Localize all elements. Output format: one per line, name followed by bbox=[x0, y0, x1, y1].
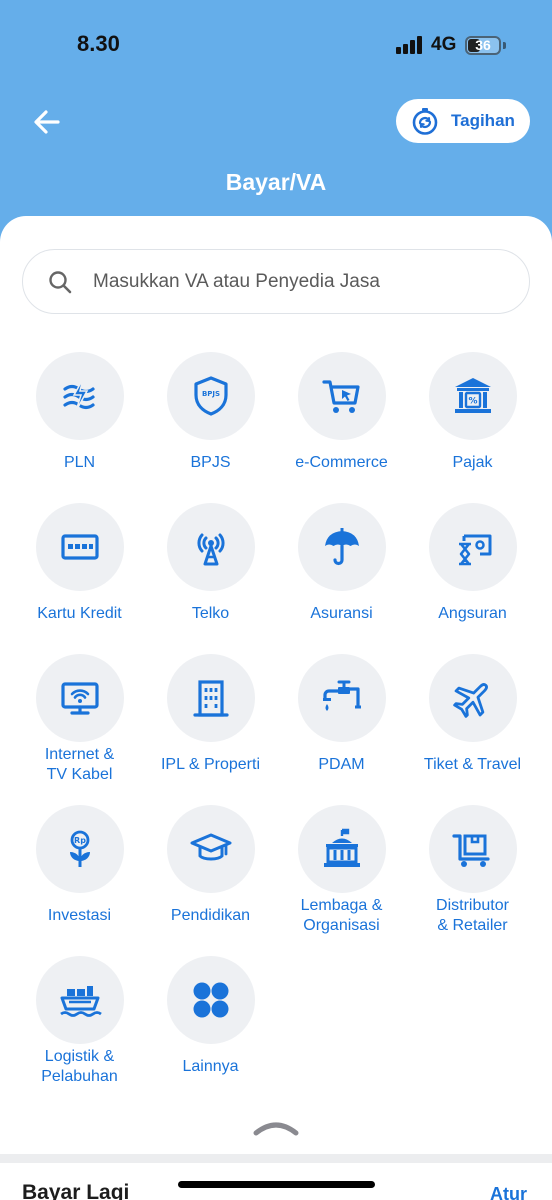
section-title: Bayar Lagi bbox=[22, 1181, 130, 1200]
category-tiket-travel[interactable]: Tiket & Travel bbox=[407, 654, 538, 788]
category-pajak[interactable]: % Pajak bbox=[407, 352, 538, 486]
category-label: PDAM bbox=[318, 756, 365, 773]
atur-link[interactable]: Atur bbox=[490, 1184, 527, 1200]
category-label: Internet & TV Kabel bbox=[44, 746, 115, 783]
category-icon-circle bbox=[166, 503, 255, 591]
content-sheet: PLN BPJS BPJS e-Commerce bbox=[0, 216, 552, 1176]
category-icon-circle bbox=[35, 654, 124, 742]
tagihan-label: Tagihan bbox=[451, 111, 515, 130]
category-label: Lainnya bbox=[182, 1058, 239, 1075]
umbrella-icon bbox=[324, 528, 359, 566]
home-indicator bbox=[178, 1181, 375, 1188]
category-icon-circle bbox=[428, 503, 517, 591]
category-logistik-pelabuhan[interactable]: Logistik & Pelabuhan bbox=[14, 956, 145, 1090]
cargo-ship-icon bbox=[59, 986, 102, 1017]
tagihan-button[interactable]: Tagihan bbox=[396, 99, 530, 143]
cell-tower-icon bbox=[197, 533, 224, 566]
page-title: Bayar/VA bbox=[225, 169, 327, 195]
category-internet-tv-kabel[interactable]: Internet & TV Kabel bbox=[14, 654, 145, 788]
category-icon-circle bbox=[35, 956, 124, 1044]
category-bpjs[interactable]: BPJS BPJS bbox=[145, 352, 276, 486]
category-e-commerce[interactable]: e-Commerce bbox=[276, 352, 407, 486]
investment-plant-icon: Rp bbox=[69, 830, 90, 867]
search-bar[interactable] bbox=[22, 249, 530, 314]
category-label: IPL & Properti bbox=[160, 756, 260, 773]
category-telko[interactable]: Telko bbox=[145, 503, 276, 637]
category-label: Lembaga & Organisasi bbox=[300, 897, 383, 934]
category-label: Angsuran bbox=[438, 605, 507, 622]
category-asuransi[interactable]: Asuransi bbox=[276, 503, 407, 637]
svg-text:BPJS: BPJS bbox=[201, 390, 219, 398]
category-label: e-Commerce bbox=[295, 454, 388, 471]
svg-text:%: % bbox=[468, 397, 477, 407]
shopping-cart-icon bbox=[321, 380, 360, 413]
category-label: Kartu Kredit bbox=[37, 605, 122, 622]
category-pln[interactable]: PLN bbox=[14, 352, 145, 486]
category-lainnya[interactable]: Lainnya bbox=[145, 956, 276, 1090]
status-bar: 8.30 4G 36 bbox=[0, 0, 552, 90]
category-icon-circle bbox=[166, 654, 255, 742]
category-icon-circle bbox=[297, 352, 386, 440]
wifi-monitor-icon bbox=[60, 682, 99, 715]
category-grid: PLN BPJS BPJS e-Commerce % Pajak Kartu K… bbox=[14, 352, 538, 1090]
graduation-cap-icon bbox=[190, 833, 231, 861]
category-label: PLN bbox=[63, 454, 96, 471]
category-label: Logistik & Pelabuhan bbox=[41, 1048, 118, 1085]
bpjs-shield-icon: BPJS bbox=[193, 376, 228, 416]
institution-building-icon bbox=[323, 828, 360, 867]
stopwatch-refresh-icon bbox=[412, 108, 438, 135]
category-angsuran[interactable]: Angsuran bbox=[407, 503, 538, 637]
category-label: Investasi bbox=[47, 907, 112, 924]
water-tap-icon bbox=[322, 680, 361, 711]
category-icon-circle bbox=[35, 352, 124, 440]
category-icon-circle bbox=[297, 503, 386, 591]
apartment-building-icon bbox=[192, 680, 229, 717]
signal-strength-icon bbox=[396, 36, 424, 54]
chevron-up-icon[interactable] bbox=[252, 1118, 300, 1136]
installment-hourglass-icon bbox=[458, 534, 491, 566]
battery-tip bbox=[503, 42, 506, 49]
category-icon-circle bbox=[428, 654, 517, 742]
category-label: Distributor & Retailer bbox=[436, 897, 509, 934]
category-label: Asuransi bbox=[310, 605, 373, 622]
tax-building-icon: % bbox=[454, 378, 491, 413]
category-icon-circle: Rp bbox=[35, 805, 124, 893]
category-kartu-kredit[interactable]: Kartu Kredit bbox=[14, 503, 145, 637]
airplane-icon bbox=[452, 683, 488, 718]
category-icon-circle: % bbox=[428, 352, 517, 440]
back-button[interactable] bbox=[28, 104, 66, 140]
search-input[interactable] bbox=[93, 270, 493, 293]
status-time: 8.30 bbox=[77, 31, 120, 56]
credit-card-icon bbox=[60, 534, 99, 560]
category-icon-circle bbox=[35, 503, 124, 591]
category-label: BPJS bbox=[190, 454, 231, 471]
category-icon-circle bbox=[297, 654, 386, 742]
cart-box-icon bbox=[451, 834, 490, 867]
category-ipl-properti[interactable]: IPL & Properti bbox=[145, 654, 276, 788]
category-icon-circle bbox=[428, 805, 517, 893]
search-icon bbox=[49, 270, 72, 293]
category-distributor-retailer[interactable]: Distributor & Retailer bbox=[407, 805, 538, 939]
category-icon-circle bbox=[166, 956, 255, 1044]
category-icon-circle bbox=[166, 805, 255, 893]
four-dots-icon bbox=[193, 982, 228, 1018]
category-icon-circle bbox=[297, 805, 386, 893]
arrow-left-icon bbox=[34, 110, 60, 134]
category-lembaga-organisasi[interactable]: Lembaga & Organisasi bbox=[276, 805, 407, 939]
battery-percent: 36 bbox=[475, 37, 491, 53]
category-pendidikan[interactable]: Pendidikan bbox=[145, 805, 276, 939]
network-type: 4G bbox=[431, 34, 457, 55]
category-investasi[interactable]: Rp Investasi bbox=[14, 805, 145, 939]
category-icon-circle: BPJS bbox=[166, 352, 255, 440]
electricity-icon bbox=[62, 378, 95, 412]
svg-text:Rp: Rp bbox=[74, 836, 86, 845]
category-label: Tiket & Travel bbox=[423, 756, 522, 773]
category-label: Pajak bbox=[452, 454, 493, 471]
category-label: Telko bbox=[191, 605, 230, 622]
battery-icon: 36 bbox=[465, 36, 501, 55]
category-label: Pendidikan bbox=[170, 907, 251, 924]
category-pdam[interactable]: PDAM bbox=[276, 654, 407, 788]
